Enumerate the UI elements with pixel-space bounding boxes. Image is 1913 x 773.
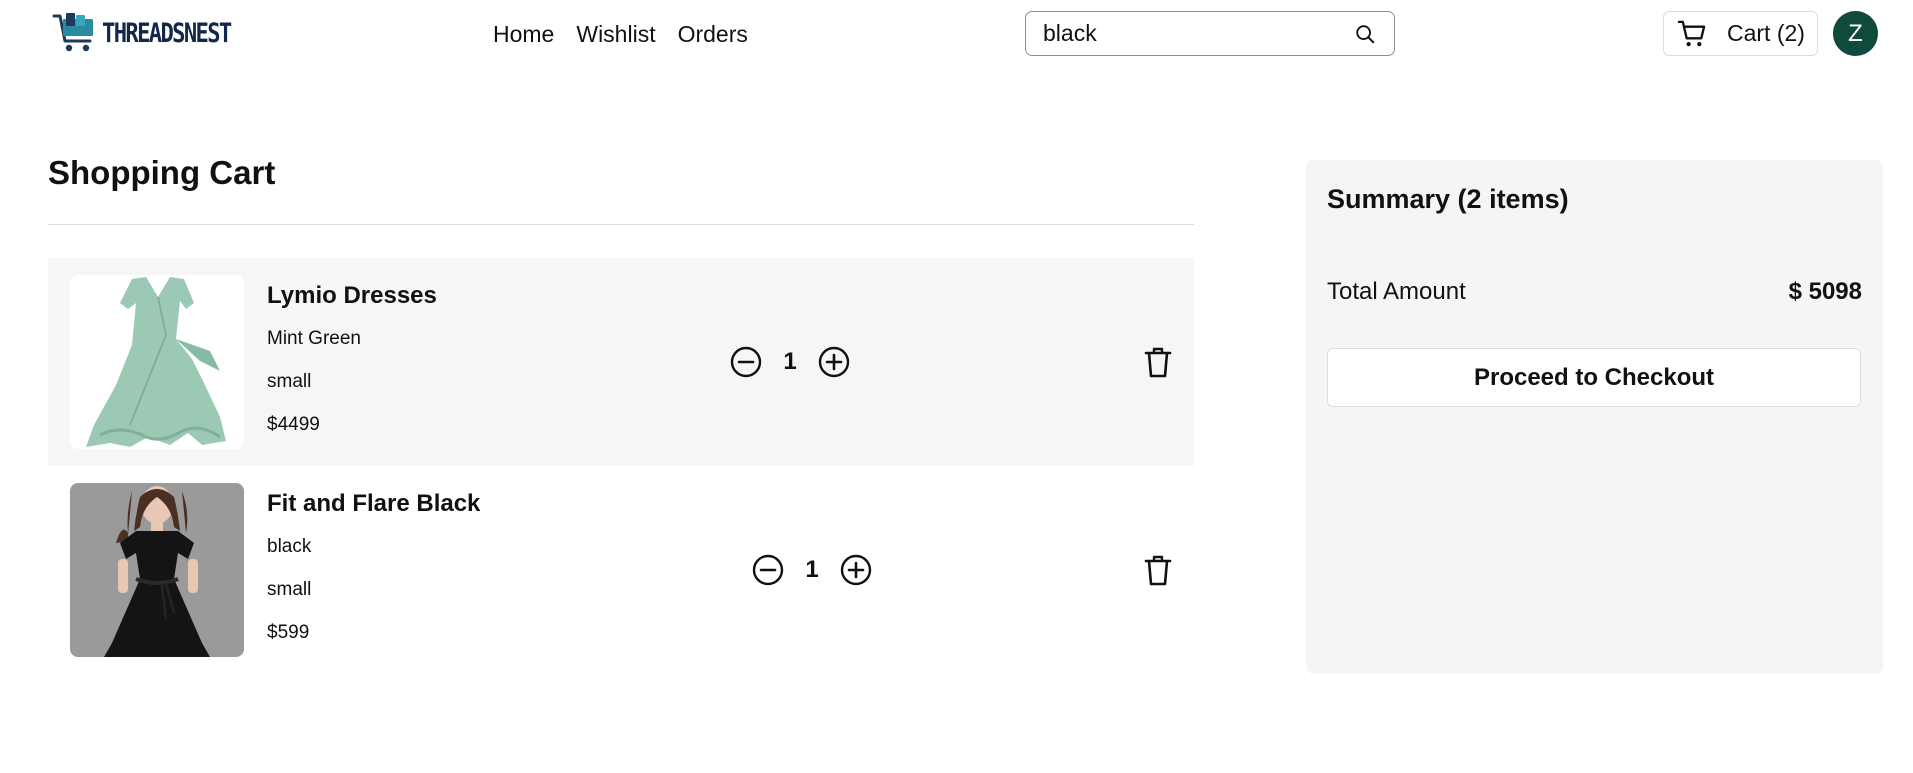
product-color: Mint Green — [267, 328, 361, 349]
quantity-stepper: 1 — [751, 553, 873, 587]
product-image[interactable] — [70, 483, 244, 657]
product-size: small — [267, 371, 312, 392]
trash-icon[interactable] — [1141, 345, 1175, 379]
product-name[interactable]: Fit and Flare Black — [267, 490, 480, 518]
user-avatar[interactable]: Z — [1833, 11, 1878, 56]
shopping-cart-logo-icon — [52, 13, 93, 52]
order-summary-panel: Summary (2 items) Total Amount $ 5098 Pr… — [1306, 160, 1883, 674]
quantity-stepper: 1 — [729, 345, 851, 379]
page-title: Shopping Cart — [48, 154, 276, 191]
black-dress-image — [70, 483, 244, 657]
plus-circle-icon[interactable] — [839, 553, 873, 587]
mint-green-dress-image — [70, 275, 244, 449]
nav-wishlist-link[interactable]: Wishlist — [576, 18, 655, 50]
trash-icon[interactable] — [1141, 553, 1175, 587]
brand-logo[interactable]: THREADSNEST — [52, 10, 259, 56]
product-price: $599 — [267, 622, 310, 643]
quantity-value: 1 — [783, 348, 797, 375]
product-price: $4499 — [267, 414, 320, 435]
top-header: THREADSNEST Home Wishlist Orders Cart (2… — [0, 0, 1913, 68]
search-input[interactable] — [1026, 13, 1336, 54]
brand-name: THREADSNEST — [102, 17, 232, 49]
cart-item: Lymio Dresses Mint Green small $4499 1 — [48, 258, 1194, 466]
product-name[interactable]: Lymio Dresses — [267, 282, 437, 310]
summary-title: Summary (2 items) — [1327, 184, 1569, 214]
product-image[interactable] — [70, 275, 244, 449]
plus-circle-icon[interactable] — [817, 345, 851, 379]
product-color: black — [267, 536, 312, 557]
quantity-value: 1 — [805, 556, 819, 583]
product-size: small — [267, 579, 312, 600]
proceed-to-checkout-button[interactable]: Proceed to Checkout — [1327, 348, 1861, 407]
minus-circle-icon[interactable] — [751, 553, 785, 587]
search-icon[interactable] — [1354, 23, 1376, 45]
nav-home-link[interactable]: Home — [493, 18, 554, 50]
main-nav: Home Wishlist Orders — [493, 18, 748, 50]
divider — [48, 224, 1194, 225]
nav-orders-link[interactable]: Orders — [678, 18, 748, 50]
total-amount-value: $ 5098 — [1788, 278, 1862, 305]
cart-icon — [1677, 20, 1706, 47]
minus-circle-icon[interactable] — [729, 345, 763, 379]
total-amount-label: Total Amount — [1327, 278, 1466, 305]
cart-button[interactable]: Cart (2) — [1663, 11, 1818, 56]
cart-item: Fit and Flare Black black small $599 1 — [48, 466, 1194, 674]
cart-button-label: Cart (2) — [1727, 20, 1805, 46]
search-bar — [1025, 11, 1395, 56]
